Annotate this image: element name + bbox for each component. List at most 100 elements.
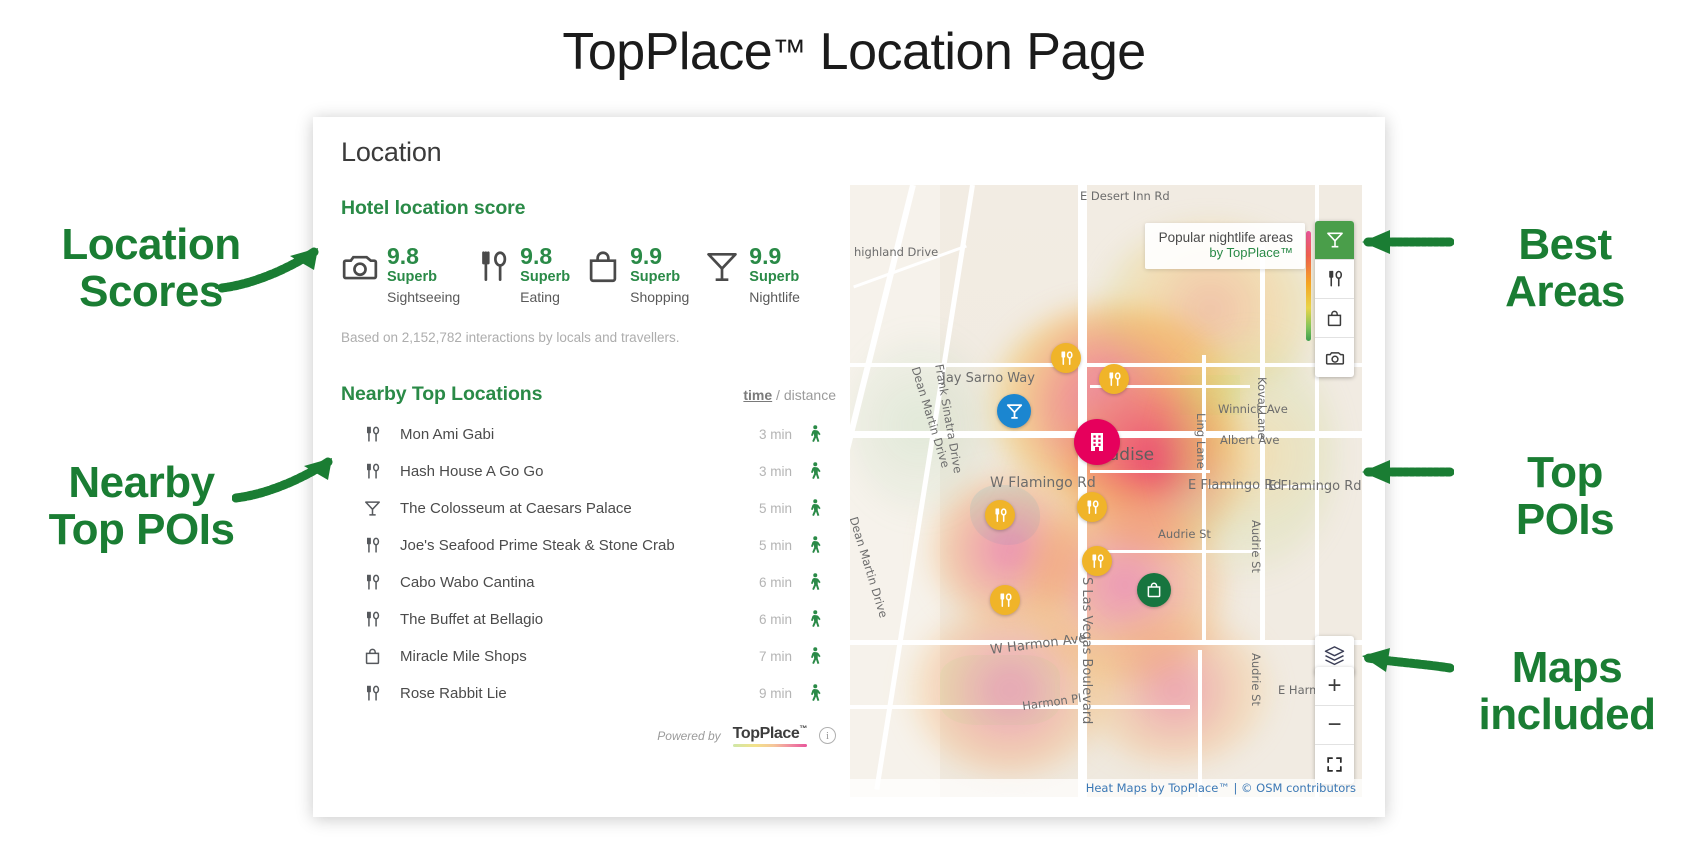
list-item[interactable]: Cabo Wabo Cantina 6 min bbox=[341, 564, 846, 601]
map-popup-title: Popular nightlife areas bbox=[1158, 230, 1293, 245]
zoom-out-button[interactable]: − bbox=[1315, 706, 1354, 745]
list-item[interactable]: Miracle Mile Shops 7 min bbox=[341, 638, 846, 675]
map-pin-food[interactable] bbox=[1077, 492, 1107, 522]
poi-name: Rose Rabbit Lie bbox=[400, 684, 507, 702]
road-label: Winnick Ave bbox=[1218, 402, 1288, 416]
poi-time: 6 min bbox=[758, 611, 792, 627]
hotel-location-score-heading: Hotel location score bbox=[341, 197, 526, 219]
nearby-header-row: Nearby Top Locations time / distance bbox=[341, 383, 846, 406]
road-label: Albert Ave bbox=[1220, 433, 1280, 447]
topplace-logo: TopPlace™ bbox=[732, 724, 807, 748]
walking-icon bbox=[792, 573, 836, 592]
map-pin-food[interactable] bbox=[990, 585, 1020, 615]
list-item[interactable]: The Colosseum at Caesars Palace 5 min bbox=[341, 490, 846, 527]
annotation-best-areas: Best Areas bbox=[1440, 220, 1690, 316]
score-category: Eating bbox=[520, 288, 560, 305]
map-category-shopping[interactable] bbox=[1315, 299, 1354, 338]
poi-name: The Colosseum at Caesars Palace bbox=[400, 499, 632, 517]
map-pin-food[interactable] bbox=[985, 500, 1015, 530]
annotation-line-2: POIs bbox=[1515, 494, 1615, 544]
map-pin-food[interactable] bbox=[1099, 364, 1129, 394]
poi-time: 5 min bbox=[758, 500, 792, 516]
walking-icon bbox=[792, 425, 836, 444]
poi-time: 3 min bbox=[758, 463, 792, 479]
location-map[interactable]: Dean Martin Drive Dean Martin Drive Fran… bbox=[850, 185, 1362, 797]
walking-icon bbox=[792, 610, 836, 629]
list-item[interactable]: Joe's Seafood Prime Steak & Stone Crab 5… bbox=[341, 527, 846, 564]
poi-time: 5 min bbox=[758, 537, 792, 553]
annotation-line-1: Top bbox=[1527, 448, 1603, 497]
list-item[interactable]: Mon Ami Gabi 3 min bbox=[341, 416, 846, 453]
interactions-basis-text: Based on 2,152,782 interactions by local… bbox=[341, 329, 680, 345]
list-item[interactable]: Rose Rabbit Lie 9 min bbox=[341, 675, 846, 712]
topplace-logo-text: TopPlace bbox=[732, 724, 800, 742]
card-title: Location bbox=[341, 137, 442, 167]
map-popup-attribution: by TopPlace™ bbox=[1209, 245, 1293, 260]
walking-icon bbox=[792, 499, 836, 518]
annotation-line-2: Areas bbox=[1505, 266, 1625, 316]
road-label: W Flamingo Rd bbox=[990, 475, 1096, 491]
powered-by-label: Powered by bbox=[657, 728, 721, 743]
score-list: 9.8 Superb Sightseeing 9.8 Superb Eating… bbox=[341, 244, 846, 306]
map-pin-hotel[interactable] bbox=[1074, 419, 1120, 465]
left-panel: Hotel location score 9.8 Superb Sightsee… bbox=[341, 197, 846, 748]
heatmap-legend-bar bbox=[1306, 231, 1311, 341]
shopping-bag-icon bbox=[584, 248, 622, 286]
cutlery-icon bbox=[363, 684, 382, 703]
annotation-arrow-right-1 bbox=[1344, 222, 1454, 268]
score-item-eating: 9.8 Superb Eating bbox=[474, 244, 570, 306]
poi-name: Joe's Seafood Prime Steak & Stone Crab bbox=[400, 536, 675, 554]
annotation-arrow-right-3 bbox=[1344, 640, 1454, 686]
walking-icon bbox=[792, 684, 836, 703]
map-pin-nightlife[interactable] bbox=[997, 394, 1031, 428]
poi-name: Cabo Wabo Cantina bbox=[400, 573, 535, 591]
score-value: 9.9 bbox=[749, 243, 782, 269]
score-value: 9.8 bbox=[387, 243, 419, 269]
cocktail-icon bbox=[703, 248, 741, 286]
annotation-nearby-top-pois: Nearby Top POIs bbox=[14, 459, 269, 554]
road-label: Audrie St bbox=[1249, 520, 1263, 573]
page-title-brand: TopPlace bbox=[562, 23, 773, 81]
score-item-shopping: 9.9 Superb Shopping bbox=[584, 244, 689, 306]
camera-icon bbox=[341, 248, 379, 286]
map-attribution[interactable]: Heat Maps by TopPlace™ | © OSM contribut… bbox=[850, 779, 1362, 797]
page-title: TopPlace™ Location Page bbox=[0, 22, 1708, 82]
annotation-line-2: Top POIs bbox=[48, 504, 235, 554]
sort-option-distance[interactable]: distance bbox=[784, 387, 836, 403]
sort-option-time[interactable]: time bbox=[743, 387, 772, 403]
map-pin-shopping[interactable] bbox=[1137, 573, 1171, 607]
cocktail-icon bbox=[363, 499, 382, 518]
page-title-rest: Location Page bbox=[805, 23, 1146, 81]
topplace-logo-gradient-bar bbox=[732, 743, 807, 748]
shopping-bag-icon bbox=[363, 647, 382, 666]
annotation-maps-included: Maps included bbox=[1436, 644, 1698, 739]
road-label: Audrie St bbox=[1158, 527, 1211, 541]
list-item[interactable]: Hash House A Go Go 3 min bbox=[341, 453, 846, 490]
heat-blob bbox=[1080, 615, 1270, 765]
map-pin-food[interactable] bbox=[1051, 343, 1081, 373]
walking-icon bbox=[792, 536, 836, 555]
poi-time: 7 min bbox=[758, 648, 792, 664]
sort-toggle[interactable]: time / distance bbox=[743, 387, 836, 403]
poi-time: 9 min bbox=[758, 685, 792, 701]
map-pin-food[interactable] bbox=[1082, 546, 1112, 576]
road-label: E Desert Inn Rd bbox=[1080, 189, 1170, 203]
road-label: Audrie St bbox=[1249, 653, 1263, 706]
cutlery-icon bbox=[474, 248, 512, 286]
location-card: Location Hotel location score 9.8 Superb… bbox=[313, 117, 1385, 817]
score-category: Shopping bbox=[630, 288, 690, 305]
annotation-line-1: Best bbox=[1518, 220, 1612, 269]
poi-time: 3 min bbox=[758, 426, 792, 442]
map-category-sightseeing[interactable] bbox=[1315, 338, 1354, 377]
info-icon[interactable]: i bbox=[819, 727, 836, 745]
road-label: highland Drive bbox=[854, 245, 939, 259]
annotation-line-2: included bbox=[1478, 689, 1656, 739]
annotation-top-pois: Top POIs bbox=[1440, 448, 1690, 544]
cutlery-icon bbox=[363, 425, 382, 444]
list-item[interactable]: The Buffet at Bellagio 6 min bbox=[341, 601, 846, 638]
poi-name: Hash House A Go Go bbox=[400, 462, 544, 480]
map-canvas[interactable]: Dean Martin Drive Dean Martin Drive Fran… bbox=[850, 185, 1362, 797]
page-title-tm: ™ bbox=[772, 33, 806, 71]
cutlery-icon bbox=[363, 573, 382, 592]
poi-name: Mon Ami Gabi bbox=[400, 425, 495, 443]
